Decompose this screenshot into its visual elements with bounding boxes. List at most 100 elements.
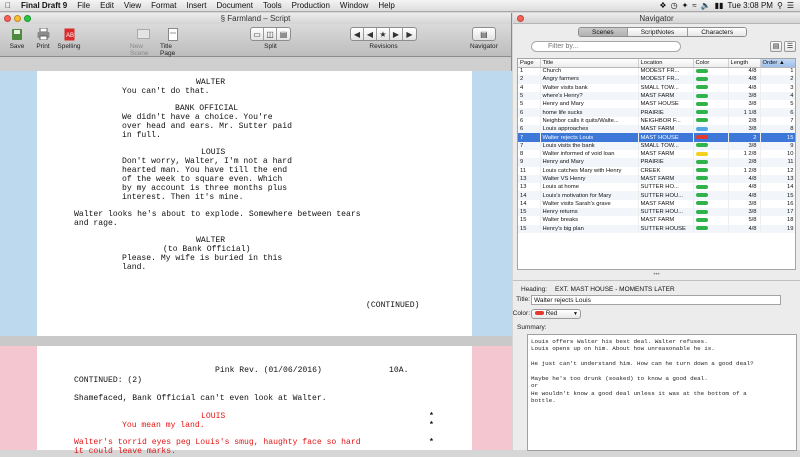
menu-insert[interactable]: Insert xyxy=(181,1,211,10)
summary-text-area[interactable]: Louis offers Walter his best deal. Walte… xyxy=(527,334,797,451)
splitter-handle[interactable]: ••• xyxy=(513,272,800,279)
table-row[interactable]: 8 Walter informed of void loan MAST FARM 1 … xyxy=(518,149,795,159)
menu-document[interactable]: Document xyxy=(211,1,257,10)
table-row[interactable]: 14 Walter visits Sarah's grave MAST FARM 3/… xyxy=(518,199,795,209)
scene-title: Walter breaks xyxy=(540,216,639,225)
scene-location: MAST HOUSE xyxy=(638,133,694,142)
table-row[interactable]: 14 Louis's motivation for Mary SUTTER HOU.… xyxy=(518,191,795,200)
script-page-revised[interactable]: Pink Rev. (01/06/2016) 10A. CONTINUED: (… xyxy=(37,346,472,456)
script-page[interactable]: WALTER You can't do that. BANK OFFICIAL … xyxy=(37,71,472,336)
script-view[interactable]: WALTER You can't do that. BANK OFFICIAL … xyxy=(0,71,512,456)
table-row[interactable]: 1 Church MODEST FR... 4/8 1 xyxy=(518,67,795,76)
new-scene-button[interactable]: New Scene xyxy=(130,27,156,57)
split-vertical-icon[interactable]: ◫ xyxy=(264,28,277,40)
menu-window[interactable]: Window xyxy=(335,1,373,10)
timemachine-icon[interactable]: ◷ xyxy=(671,1,678,10)
table-row[interactable]: 9 Henry and Mary PRAIRIE 2/8 11 xyxy=(518,158,795,167)
table-row[interactable]: 15 Henry's big plan SUTTER HOUSE 4/8 19 xyxy=(518,224,795,233)
close-window-button[interactable] xyxy=(4,15,11,22)
app-menu[interactable]: Final Draft 9 xyxy=(16,1,72,10)
clock[interactable]: Tue 3:08 PM xyxy=(727,1,773,10)
color-popup[interactable]: Red ▼ xyxy=(531,309,581,319)
spelling-button[interactable]: AB Spelling xyxy=(56,27,82,50)
tab-characters[interactable]: Characters xyxy=(688,28,747,36)
scene-color xyxy=(693,158,729,167)
spelling-icon: AB xyxy=(63,27,76,41)
table-row[interactable]: 7 Walter rejects Louis MAST HOUSE 2 15 xyxy=(518,133,795,142)
scene-page: 15 xyxy=(518,224,541,233)
minimize-window-button[interactable] xyxy=(14,15,21,22)
tab-scriptnotes[interactable]: ScriptNotes xyxy=(627,28,689,36)
menu-format[interactable]: Format xyxy=(146,1,181,10)
volume-icon[interactable]: 🔈 xyxy=(701,1,711,10)
menu-production[interactable]: Production xyxy=(287,1,335,10)
column-header-page[interactable]: Page xyxy=(518,59,541,68)
chevron-down-icon: ▼ xyxy=(573,311,578,317)
menu-help[interactable]: Help xyxy=(373,1,399,10)
notification-center-icon[interactable]: ☰ xyxy=(787,1,794,10)
table-row[interactable]: 15 Henry returns SUTTER HOU... 3/8 17 xyxy=(518,208,795,217)
menu-edit[interactable]: Edit xyxy=(95,1,119,10)
rev-prev-icon[interactable]: ◀ xyxy=(364,28,377,40)
column-header-title[interactable]: Title xyxy=(540,59,639,68)
dropbox-icon[interactable]: ❖ xyxy=(659,1,666,10)
battery-icon[interactable]: ▮▮ xyxy=(715,1,724,10)
rev-first-icon[interactable]: ◀ xyxy=(351,28,364,40)
navigator-button[interactable]: ▤ xyxy=(471,27,496,41)
scene-color xyxy=(693,116,729,126)
new-scene-label: New Scene xyxy=(130,43,149,57)
save-button[interactable]: Save xyxy=(4,27,30,50)
revisions-control: ◀ ◀ ★ ▶ ▶ Revisions xyxy=(350,27,417,50)
color-swatch xyxy=(695,168,708,173)
left-margin-page1 xyxy=(0,71,37,336)
rev-last-icon[interactable]: ▶ xyxy=(403,28,416,40)
dialogue-revised: You mean my land. xyxy=(122,421,205,430)
filter-input[interactable] xyxy=(531,41,681,52)
table-row[interactable]: 13 Louis at home SUTTER HO... 4/8 14 xyxy=(518,183,795,192)
table-row[interactable]: 6 home life sucks PRAIRIE 1 1/8 6 xyxy=(518,108,795,117)
scene-page: 5 xyxy=(518,100,541,109)
bluetooth-icon[interactable]: ✦ xyxy=(682,1,689,10)
table-row[interactable]: 11 Louis catches Mary with Henry CREEK 1 2/… xyxy=(518,166,795,175)
scene-length: 4/8 xyxy=(728,83,761,92)
scene-title: Henry returns xyxy=(540,208,639,217)
table-row[interactable]: 6 Louis approaches MAST FARM 3/8 8 xyxy=(518,125,795,134)
table-row[interactable]: 15 Walter breaks MAST FARM 5/8 18 xyxy=(518,216,795,225)
rev-mark-icon[interactable]: ★ xyxy=(377,28,390,40)
table-row[interactable]: 2 Angry farmers MODEST FR... 4/8 2 xyxy=(518,75,795,84)
apple-menu-icon[interactable]:  xyxy=(0,1,16,10)
tab-scenes[interactable]: Scenes xyxy=(579,28,628,36)
table-row[interactable]: 5 where's Henry? MAST FARM 3/8 4 xyxy=(518,91,795,101)
table-row[interactable]: 13 Walter VS Henry MAST FARM 4/8 13 xyxy=(518,174,795,184)
menu-file[interactable]: File xyxy=(72,1,95,10)
scene-title: Henry and Mary xyxy=(540,100,639,109)
close-navigator-button[interactable] xyxy=(517,15,524,22)
print-button[interactable]: Print xyxy=(30,27,56,50)
table-row[interactable]: 7 Louis visits the bank SMALL TOW... 3/8 9 xyxy=(518,141,795,150)
scenes-table[interactable]: Page Title Location Color Length Order ▲… xyxy=(517,58,796,270)
title-page-button[interactable]: Title Page xyxy=(160,27,186,57)
navigator-view-options-button[interactable]: ▤ xyxy=(770,41,782,52)
table-row[interactable]: 5 Henry and Mary MAST HOUSE 3/8 5 xyxy=(518,100,795,109)
column-header-location[interactable]: Location xyxy=(638,59,694,68)
color-swatch xyxy=(695,93,708,98)
table-row[interactable]: 4 Walter visits bank SMALL TOW... 4/8 3 xyxy=(518,83,795,92)
scene-location: SMALL TOW... xyxy=(638,83,694,92)
column-header-color[interactable]: Color xyxy=(693,59,729,68)
wifi-icon[interactable]: ≈ xyxy=(692,1,696,10)
table-row[interactable]: 6 Neighbor calls it quits/Walte... NEIGHBO… xyxy=(518,116,795,126)
column-header-order[interactable]: Order ▲ xyxy=(760,59,795,68)
scene-title-field[interactable]: Walter rejects Louis xyxy=(531,295,781,305)
column-header-order-label: Order xyxy=(762,59,778,66)
split-single-icon[interactable]: ▭ xyxy=(251,28,264,40)
save-label: Save xyxy=(9,43,25,50)
zoom-window-button[interactable] xyxy=(24,15,31,22)
column-header-length[interactable]: Length xyxy=(728,59,761,68)
menu-tools[interactable]: Tools xyxy=(258,1,287,10)
scene-page: 14 xyxy=(518,191,541,200)
spotlight-icon[interactable]: ⚲ xyxy=(777,1,783,10)
rev-next-icon[interactable]: ▶ xyxy=(390,28,403,40)
split-horizontal-icon[interactable]: ▤ xyxy=(277,28,290,40)
navigator-list-button[interactable]: ☰ xyxy=(784,41,796,52)
menu-view[interactable]: View xyxy=(119,1,146,10)
